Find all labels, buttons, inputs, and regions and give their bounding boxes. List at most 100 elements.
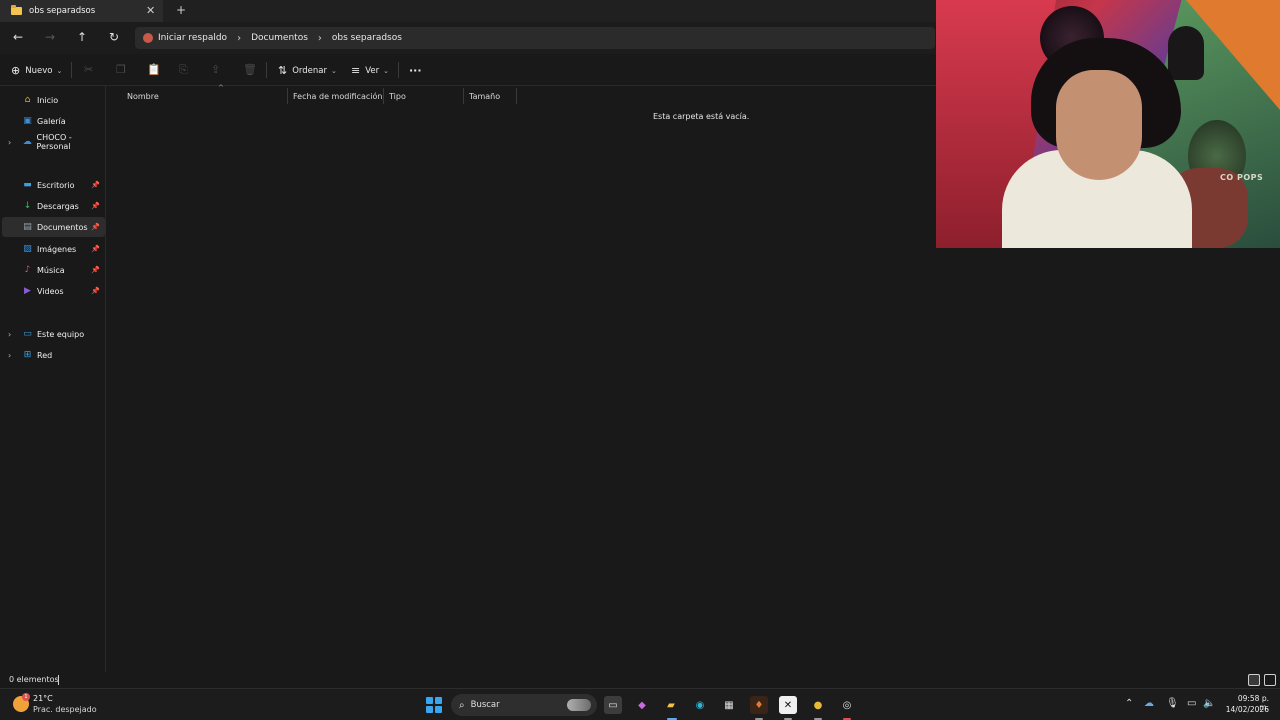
display-icon[interactable]: ▭ [1187, 698, 1196, 709]
column-header-nombre[interactable]: Nombre ^ [122, 84, 288, 104]
pin-icon: 📌 [91, 245, 100, 253]
store-icon[interactable]: ▦ [720, 696, 738, 714]
sidebar-item-label: Escritorio [37, 180, 75, 190]
sidebar-item-documentos[interactable]: ▤ Documentos 📌 [2, 217, 105, 237]
sidebar-item-escritorio[interactable]: ▬ Escritorio 📌 [2, 175, 105, 195]
more-options-icon[interactable]: ··· [409, 64, 422, 77]
music-icon: ♪ [24, 265, 31, 275]
sidebar-item-videos[interactable]: ▶ Videos 📌 [2, 281, 105, 301]
home-icon: ⌂ [24, 95, 31, 105]
taskbar-search[interactable]: ⌕ Buscar [451, 694, 597, 716]
obs-icon[interactable]: ◎ [838, 696, 856, 714]
copy-icon[interactable]: ❐ [116, 63, 126, 76]
breadcrumb-separator-icon[interactable]: › [318, 33, 322, 44]
backup-icon [143, 33, 153, 43]
microphone-icon[interactable]: 🎙 [1166, 698, 1179, 709]
sidebar-item-label: Red [37, 350, 53, 360]
rename-icon[interactable]: ⎘ [179, 63, 188, 77]
breadcrumb-documentos[interactable]: Documentos [251, 33, 308, 43]
column-header-tipo[interactable]: Tipo [384, 88, 464, 104]
chevron-right-icon[interactable]: › [8, 138, 11, 147]
close-tab-icon[interactable]: ✕ [146, 4, 155, 17]
sidebar-item-musica[interactable]: ♪ Música 📌 [2, 260, 105, 280]
file-explorer-icon[interactable]: ▰ [662, 696, 680, 714]
column-header-fecha[interactable]: Fecha de modificación [288, 88, 384, 104]
divider [58, 675, 59, 685]
sidebar-item-label: Documentos [37, 222, 88, 232]
refresh-icon[interactable]: ↻ [106, 30, 122, 44]
cloud-icon[interactable]: ☁ [1144, 698, 1154, 709]
column-header-label: Nombre [127, 91, 159, 101]
sort-label: Ordenar [292, 65, 327, 76]
divider [398, 62, 399, 78]
plus-circle-icon: ⊕ [11, 64, 21, 77]
chevron-right-icon[interactable]: › [8, 351, 11, 360]
pin-icon: 📌 [91, 202, 100, 210]
sidebar-item-label: Descargas [37, 201, 79, 211]
column-header-label: Tamaño [469, 91, 501, 101]
computer-icon: ▭ [23, 329, 32, 339]
scissors-icon[interactable]: ✂ [84, 63, 93, 76]
task-view-icon[interactable]: ▭ [604, 696, 622, 714]
copilot-icon[interactable]: ◆ [633, 696, 651, 714]
sidebar-item-choco-personal[interactable]: › ☁ CHOCO - Personal [2, 132, 105, 152]
chevron-down-icon: ⌄ [383, 66, 389, 75]
webcam-overlay: CO POPS [936, 0, 1280, 248]
forward-arrow-icon[interactable]: → [42, 30, 58, 44]
view-button[interactable]: ≡ Ver ⌄ [351, 64, 389, 77]
column-header-label: Fecha de modificación [293, 91, 383, 101]
pin-icon: 📌 [91, 223, 100, 231]
capcut-icon[interactable]: ✕ [779, 696, 797, 714]
sidebar-item-imagenes[interactable]: ▨ Imágenes 📌 [2, 239, 105, 259]
search-icon: ⌕ [459, 699, 465, 711]
view-icon: ≡ [351, 64, 361, 77]
divider [266, 62, 267, 78]
start-button[interactable] [426, 697, 442, 713]
address-bar[interactable]: Iniciar respaldo › Documentos › obs sepa… [135, 27, 935, 49]
sidebar-item-galeria[interactable]: ▣ Galería [2, 111, 105, 131]
clock-date[interactable]: 14/02/2026 [1225, 705, 1269, 714]
edge-icon[interactable]: ◉ [691, 696, 709, 714]
details-view-icon[interactable] [1248, 674, 1260, 686]
breadcrumb-iniciar-respaldo[interactable]: Iniciar respaldo [158, 33, 227, 43]
new-tab-icon[interactable]: + [176, 3, 186, 17]
back-arrow-icon[interactable]: ← [10, 30, 26, 44]
sidebar-item-label: Música [37, 265, 65, 275]
chrome-icon[interactable]: ● [809, 696, 827, 714]
sort-button[interactable]: ⇅ Ordenar ⌄ [278, 64, 337, 77]
sort-icon: ⇅ [278, 64, 288, 77]
sidebar-item-inicio[interactable]: ⌂ Inicio [2, 90, 105, 110]
paste-icon[interactable]: 📋 [147, 63, 161, 76]
person-face [1056, 70, 1142, 180]
download-icon: ↓ [23, 201, 32, 211]
sidebar-item-red[interactable]: › ⊞ Red [2, 345, 105, 365]
onedrive-icon: ☁ [22, 137, 32, 147]
share-icon[interactable]: ⇪ [211, 63, 220, 76]
weather-description: Prac. despejado [33, 705, 97, 714]
large-icons-view-icon[interactable] [1264, 674, 1276, 686]
tab-obs-separadsos[interactable]: obs separadsos ✕ [0, 0, 163, 22]
breadcrumb-obs-separadsos[interactable]: obs separadsos [332, 33, 402, 43]
chevron-up-icon[interactable]: ⌃ [1125, 698, 1133, 709]
breadcrumb-separator-icon[interactable]: › [237, 33, 241, 44]
up-arrow-icon[interactable]: ↑ [74, 30, 90, 44]
chevron-down-icon: ⌄ [330, 66, 337, 75]
sidebar-item-label: Este equipo [37, 329, 85, 339]
new-button[interactable]: ⊕ Nuevo ⌄ [11, 64, 62, 77]
game-icon[interactable]: ♦ [750, 696, 768, 714]
sidebar-item-descargas[interactable]: ↓ Descargas 📌 [2, 196, 105, 216]
delete-icon[interactable]: 🗑 [243, 63, 257, 76]
pin-icon: 📌 [91, 287, 100, 295]
windows-logo-icon [435, 697, 442, 704]
tab-title: obs separadsos [29, 6, 96, 16]
sidebar-item-label: Galería [37, 116, 66, 126]
sidebar-item-este-equipo[interactable]: › ▭ Este equipo [2, 324, 105, 344]
search-placeholder: Buscar [470, 700, 500, 710]
new-label: Nuevo [25, 65, 53, 76]
speaker-icon[interactable]: 🔈 [1203, 698, 1215, 709]
search-highlight-icon [567, 699, 591, 711]
column-header-tamano[interactable]: Tamaño [464, 88, 517, 104]
windows-logo-icon [426, 706, 433, 713]
chevron-right-icon[interactable]: › [8, 330, 11, 339]
documents-icon: ▤ [23, 222, 32, 232]
